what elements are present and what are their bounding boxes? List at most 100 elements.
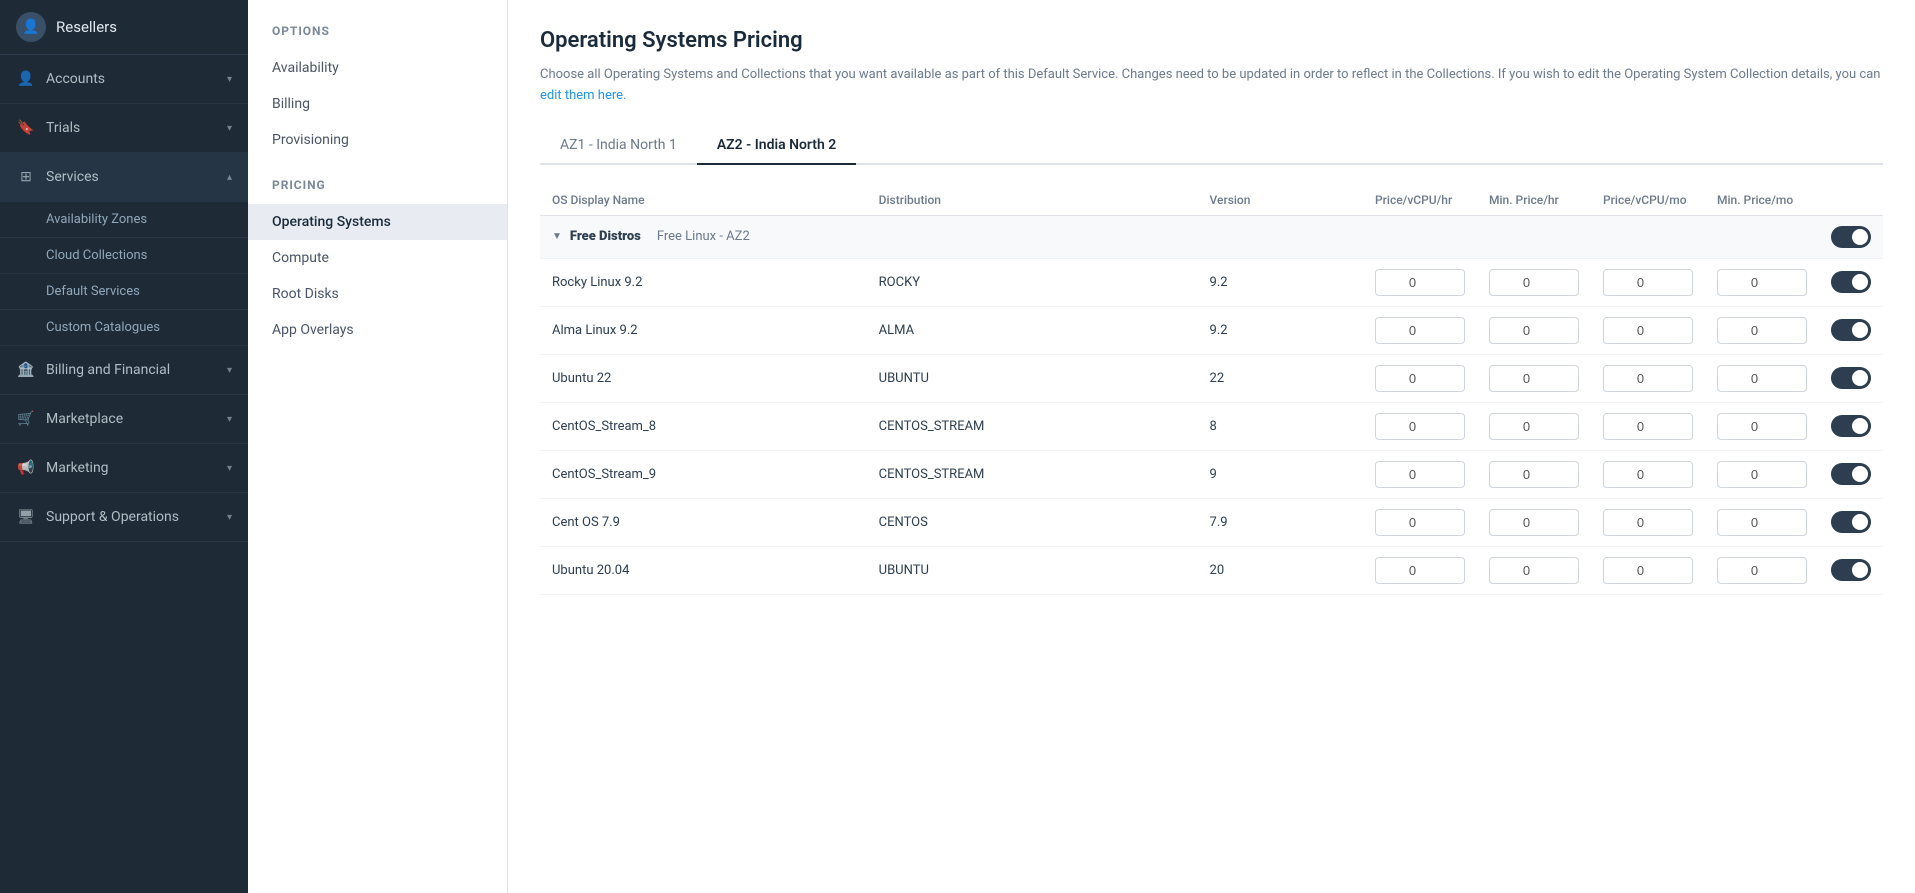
sidebar-sub-item-custom-catalogues[interactable]: Custom Catalogues	[0, 310, 248, 346]
min-price-mo-input[interactable]	[1717, 557, 1807, 584]
min-price-mo-input[interactable]	[1717, 509, 1807, 536]
os-name-cell: Cent OS 7.9	[540, 498, 867, 546]
support-icon: 🖥	[16, 507, 36, 527]
price-vcpu-hr-input[interactable]	[1375, 509, 1465, 536]
sidebar-sub-item-default-services[interactable]: Default Services	[0, 274, 248, 310]
price-vcpu-hr-input[interactable]	[1375, 557, 1465, 584]
price-vcpu-mo-cell	[1591, 258, 1705, 306]
price-vcpu-hr-cell	[1363, 498, 1477, 546]
min-price-hr-input[interactable]	[1489, 509, 1579, 536]
price-vcpu-mo-input[interactable]	[1603, 269, 1693, 296]
col-version: Version	[1198, 185, 1363, 216]
price-vcpu-hr-input[interactable]	[1375, 413, 1465, 440]
options-link-operating-systems[interactable]: Operating Systems	[248, 204, 507, 240]
price-vcpu-mo-input[interactable]	[1603, 461, 1693, 488]
price-vcpu-mo-input[interactable]	[1603, 317, 1693, 344]
min-price-hr-input[interactable]	[1489, 317, 1579, 344]
row-toggle-cell	[1819, 306, 1883, 354]
resellers-label[interactable]: Resellers	[56, 18, 117, 36]
os-name-cell: Alma Linux 9.2	[540, 306, 867, 354]
options-link-app-overlays[interactable]: App Overlays	[248, 312, 507, 348]
min-price-hr-cell	[1477, 354, 1591, 402]
sidebar-sub-item-cloud-collections[interactable]: Cloud Collections	[0, 238, 248, 274]
row-toggle-cell	[1819, 546, 1883, 594]
min-price-hr-cell	[1477, 546, 1591, 594]
price-vcpu-hr-input[interactable]	[1375, 365, 1465, 392]
trials-icon: 🔖	[16, 118, 36, 138]
row-toggle-centos-stream-9[interactable]	[1831, 463, 1871, 485]
price-vcpu-mo-input[interactable]	[1603, 557, 1693, 584]
min-price-mo-input[interactable]	[1717, 269, 1807, 296]
sidebar-item-support[interactable]: 🖥 Support & Operations ▾	[0, 493, 248, 542]
group-chevron[interactable]: ▼	[552, 231, 562, 242]
group-row-free-distros: ▼ Free Distros Free Linux - AZ2	[540, 215, 1883, 258]
min-price-mo-cell	[1705, 546, 1819, 594]
min-price-mo-cell	[1705, 498, 1819, 546]
price-vcpu-hr-input[interactable]	[1375, 461, 1465, 488]
options-link-provisioning[interactable]: Provisioning	[248, 122, 507, 158]
tab-az1[interactable]: AZ1 - India North 1	[540, 127, 697, 165]
price-vcpu-hr-cell	[1363, 306, 1477, 354]
row-toggle-alma92[interactable]	[1831, 319, 1871, 341]
os-name-cell: CentOS_Stream_9	[540, 450, 867, 498]
options-link-availability[interactable]: Availability	[248, 50, 507, 86]
content-panel: Operating Systems Pricing Choose all Ope…	[508, 0, 1915, 893]
options-link-root-disks[interactable]: Root Disks	[248, 276, 507, 312]
min-price-hr-cell	[1477, 258, 1591, 306]
version-cell: 9.2	[1198, 258, 1363, 306]
col-toggle	[1819, 185, 1883, 216]
sidebar-item-trials[interactable]: 🔖 Trials ▾	[0, 104, 248, 153]
sidebar-item-marketing[interactable]: 📢 Marketing ▾	[0, 444, 248, 493]
price-vcpu-hr-cell	[1363, 546, 1477, 594]
sidebar-item-accounts[interactable]: 👤 Accounts ▾	[0, 55, 248, 104]
price-vcpu-mo-input[interactable]	[1603, 365, 1693, 392]
distribution-cell: ROCKY	[867, 258, 1198, 306]
distribution-cell: CENTOS	[867, 498, 1198, 546]
marketplace-label: Marketplace	[46, 411, 217, 427]
price-vcpu-mo-input[interactable]	[1603, 413, 1693, 440]
min-price-mo-input[interactable]	[1717, 317, 1807, 344]
min-price-hr-input[interactable]	[1489, 365, 1579, 392]
row-toggle-rocky92[interactable]	[1831, 271, 1871, 293]
min-price-mo-input[interactable]	[1717, 365, 1807, 392]
min-price-hr-input[interactable]	[1489, 557, 1579, 584]
tab-az2[interactable]: AZ2 - India North 2	[697, 127, 856, 165]
sidebar-sub-item-availability-zones[interactable]: Availability Zones	[0, 202, 248, 238]
min-price-mo-input[interactable]	[1717, 461, 1807, 488]
marketing-chevron: ▾	[227, 463, 232, 474]
row-toggle-centos79[interactable]	[1831, 511, 1871, 533]
min-price-hr-input[interactable]	[1489, 461, 1579, 488]
support-chevron: ▾	[227, 512, 232, 523]
price-vcpu-mo-cell	[1591, 498, 1705, 546]
accounts-chevron: ▾	[227, 74, 232, 85]
price-vcpu-mo-cell	[1591, 450, 1705, 498]
price-vcpu-hr-input[interactable]	[1375, 269, 1465, 296]
price-vcpu-mo-input[interactable]	[1603, 509, 1693, 536]
row-toggle-cell	[1819, 402, 1883, 450]
min-price-mo-cell	[1705, 450, 1819, 498]
accounts-icon: 👤	[16, 69, 36, 89]
min-price-hr-input[interactable]	[1489, 413, 1579, 440]
min-price-hr-cell	[1477, 450, 1591, 498]
sidebar-item-services[interactable]: ⊞ Services ▴	[0, 153, 248, 202]
price-vcpu-mo-cell	[1591, 402, 1705, 450]
options-link-billing[interactable]: Billing	[248, 86, 507, 122]
distribution-cell: ALMA	[867, 306, 1198, 354]
marketing-label: Marketing	[46, 460, 217, 476]
min-price-mo-input[interactable]	[1717, 413, 1807, 440]
tabs-container: AZ1 - India North 1 AZ2 - India North 2	[540, 127, 1883, 165]
distribution-cell: UBUNTU	[867, 354, 1198, 402]
version-cell: 8	[1198, 402, 1363, 450]
price-vcpu-hr-input[interactable]	[1375, 317, 1465, 344]
options-link-compute[interactable]: Compute	[248, 240, 507, 276]
row-toggle-ubuntu2004[interactable]	[1831, 559, 1871, 581]
sidebar-item-billing[interactable]: 🏦 Billing and Financial ▾	[0, 346, 248, 395]
edit-link[interactable]: edit them here.	[540, 88, 626, 103]
row-toggle-ubuntu22[interactable]	[1831, 367, 1871, 389]
sidebar-item-marketplace[interactable]: 🛒 Marketplace ▾	[0, 395, 248, 444]
group-toggle[interactable]	[1831, 226, 1871, 248]
min-price-hr-input[interactable]	[1489, 269, 1579, 296]
row-toggle-centos-stream-8[interactable]	[1831, 415, 1871, 437]
col-price-vcpu-hr: Price/vCPU/hr	[1363, 185, 1477, 216]
version-cell: 9.2	[1198, 306, 1363, 354]
